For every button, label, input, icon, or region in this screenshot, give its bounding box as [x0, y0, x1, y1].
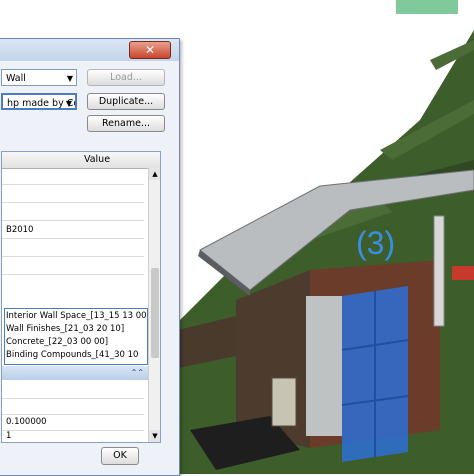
param-row[interactable]: 1 — [2, 428, 144, 442]
red-accent — [452, 266, 474, 280]
grid-header: Value — [2, 152, 160, 169]
param-row[interactable] — [2, 398, 144, 415]
scroll-down-icon[interactable]: ▼ — [149, 430, 160, 442]
duplicate-button[interactable]: Duplicate... — [87, 93, 165, 110]
chevron-down-icon[interactable]: ▼ — [66, 95, 72, 108]
load-button[interactable]: Load... — [87, 69, 165, 86]
param-row[interactable]: B2010 — [2, 222, 144, 239]
type-properties-dialog: ✕ Wall ▼ Load... hp made by Contl ▼ Dupl… — [0, 38, 180, 476]
param-value: Wall Finishes_[21_03 20 10] — [6, 324, 125, 334]
param-row[interactable]: Wall Finishes_[21_03 20 10] — [2, 323, 144, 336]
close-button[interactable]: ✕ — [129, 41, 171, 59]
chimney — [433, 215, 445, 327]
parameter-group-header[interactable]: ⌃⌃ — [2, 366, 148, 380]
ok-button[interactable]: OK — [101, 447, 139, 465]
rename-button[interactable]: Rename... — [87, 115, 165, 132]
type-parameters-grid[interactable]: Value B2010 Interior Wall Space_[13_15 1… — [1, 151, 161, 443]
scroll-up-icon[interactable]: ▲ — [149, 168, 160, 180]
param-row[interactable] — [2, 382, 144, 399]
param-row[interactable]: Interior Wall Space_[13_15 13 00 — [2, 310, 147, 323]
scrollbar-thumb[interactable] — [151, 268, 159, 358]
param-value: 1 — [6, 431, 12, 441]
param-row[interactable] — [2, 240, 144, 257]
param-value: Concrete_[22_03 00 00] — [6, 337, 109, 347]
param-row[interactable] — [2, 186, 144, 203]
type-combo[interactable]: hp made by Contl ▼ — [1, 93, 77, 110]
family-combo-value: Wall — [6, 73, 26, 84]
chevron-down-icon[interactable]: ▼ — [67, 70, 73, 85]
param-row[interactable]: Concrete_[22_03 00 00] — [2, 336, 144, 349]
callout-label: (3) — [356, 225, 395, 261]
collapse-icon[interactable]: ⌃⌃ — [131, 366, 144, 380]
param-row[interactable] — [2, 258, 144, 275]
param-value: Interior Wall Space_[13_15 13 00 — [6, 311, 147, 321]
family-combo[interactable]: Wall ▼ — [1, 69, 77, 86]
param-row[interactable] — [2, 168, 144, 185]
param-value: B2010 — [6, 225, 34, 235]
entry-door[interactable] — [271, 377, 297, 427]
dialog-titlebar[interactable]: ✕ — [0, 39, 179, 61]
param-row[interactable] — [2, 204, 144, 221]
param-value: Binding Compounds_[41_30 10 — [6, 350, 139, 360]
concrete-panel — [306, 296, 342, 436]
view-cube-corner[interactable] — [396, 0, 458, 14]
value-column-header: Value — [83, 154, 111, 165]
vertical-scrollbar[interactable]: ▲ ▼ — [148, 168, 160, 442]
param-row[interactable]: Binding Compounds_[41_30 10 — [2, 349, 144, 362]
